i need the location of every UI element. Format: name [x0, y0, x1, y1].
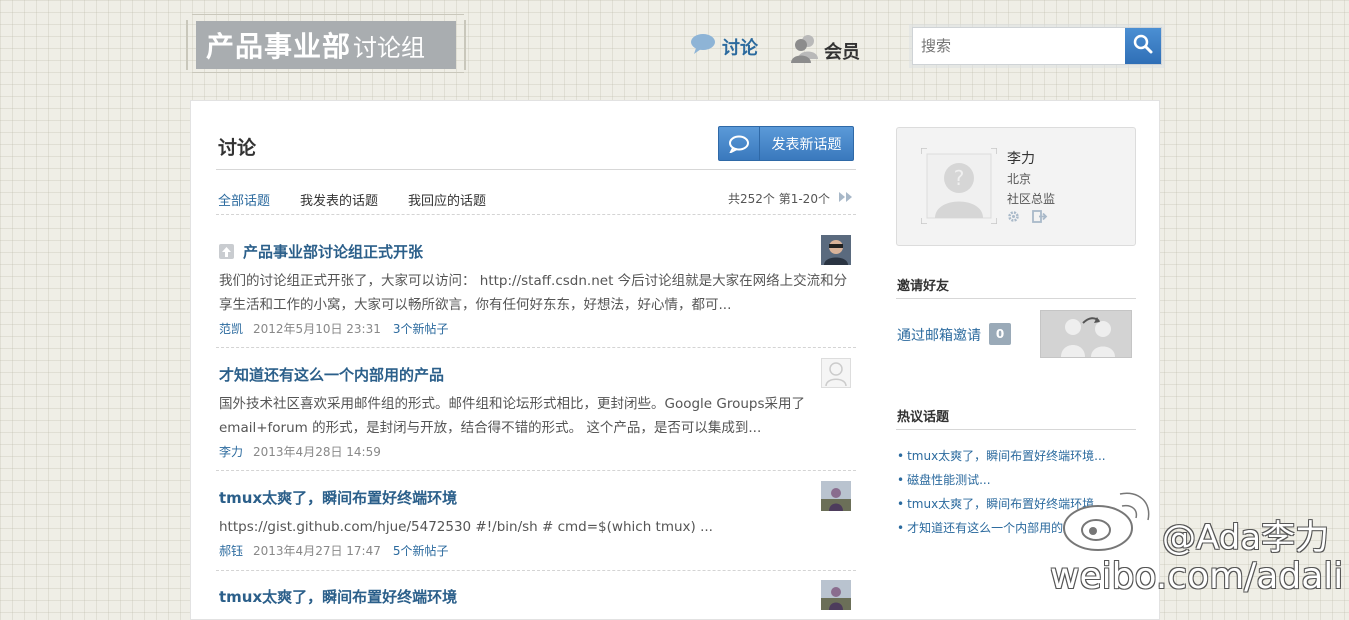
- profile-card: ? 李力 北京 社区总监: [896, 127, 1136, 246]
- new-topic-label: 发表新话题: [771, 136, 842, 153]
- tab-my-replies[interactable]: 我回应的话题: [408, 190, 486, 209]
- speech-bubble-icon: [690, 33, 716, 60]
- divider: [896, 298, 1136, 299]
- profile-city: 北京: [1007, 172, 1032, 186]
- avatar[interactable]: [821, 481, 851, 511]
- topic-meta: 郝钰 2013年4月27日 17:47 5个新帖子: [219, 542, 859, 559]
- pinned-icon: [219, 244, 234, 259]
- topic-author[interactable]: 郝钰: [219, 544, 243, 558]
- search-box: [912, 27, 1162, 65]
- invite-by-email-link[interactable]: 通过邮箱邀请: [897, 325, 981, 345]
- search-input[interactable]: [913, 28, 1125, 64]
- watermark-handle: @Ada李力: [1162, 518, 1330, 558]
- topic-tabs: 全部话题 我发表的话题 我回应的话题: [218, 190, 516, 209]
- logo-main-text: 产品事业部: [206, 30, 352, 63]
- divider: [896, 429, 1136, 430]
- logout-icon[interactable]: [1032, 210, 1048, 223]
- topic-title-link[interactable]: 产品事业部讨论组正式开张: [243, 241, 423, 262]
- site-logo[interactable]: 产品事业部 讨论组: [196, 21, 456, 69]
- divider: [216, 169, 856, 170]
- topic-title-link[interactable]: 才知道还有这么一个内部用的产品: [219, 364, 444, 385]
- invite-count-badge: 0: [989, 323, 1011, 345]
- avatar[interactable]: [821, 235, 851, 265]
- topic-date: 2013年4月27日 17:47: [253, 544, 381, 558]
- speech-bubble-icon: [719, 127, 760, 160]
- topic-date: 2013年4月28日 14:59: [253, 445, 381, 459]
- avatar[interactable]: [821, 358, 851, 388]
- svg-text:?: ?: [954, 166, 965, 190]
- page-title: 讨论: [218, 137, 257, 159]
- topic-meta: 李力 2013年4月28日 14:59: [219, 443, 859, 460]
- weibo-watermark: @Ada李力 weibo.com/adali: [1050, 470, 1349, 606]
- main-card: 讨论 发表新话题 全部话题 我发表的话题 我回应的话题 共252个 第1-20个…: [190, 100, 1160, 620]
- topic-new-posts[interactable]: 5个新帖子: [393, 544, 449, 558]
- nav-members[interactable]: 会员: [790, 33, 860, 68]
- divider: [216, 214, 856, 215]
- gear-icon[interactable]: [1007, 210, 1020, 223]
- divider: [216, 470, 856, 471]
- pager: 共252个 第1-20个: [728, 190, 854, 207]
- pager-text: 共252个 第1-20个: [728, 192, 830, 206]
- nav-members-label: 会员: [824, 41, 860, 63]
- hot-topics-heading: 热议话题: [897, 410, 950, 425]
- members-icon: [790, 33, 818, 68]
- tab-my-topics[interactable]: 我发表的话题: [300, 190, 378, 209]
- topic-item: tmux太爽了，瞬间布置好终端环境: [219, 586, 859, 607]
- topic-item: tmux太爽了，瞬间布置好终端环境 https://gist.github.co…: [219, 487, 859, 559]
- topic-excerpt: https://gist.github.com/hjue/5472530 #!/…: [219, 519, 713, 535]
- topic-meta: 范凯 2012年5月10日 23:31 3个新帖子: [219, 320, 859, 337]
- hot-topic-item[interactable]: tmux太爽了，瞬间布置好终端环境...: [897, 444, 1106, 468]
- watermark-site: weibo.com/adali: [1050, 556, 1344, 597]
- nav-discuss-label: 讨论: [722, 37, 758, 59]
- divider: [216, 570, 856, 571]
- nav-discuss[interactable]: 讨论: [690, 33, 758, 60]
- topic-new-posts[interactable]: 3个新帖子: [393, 322, 449, 336]
- topic-item: 产品事业部讨论组正式开张 我们的讨论组正式开张了，大家可以访问： http://…: [219, 241, 859, 337]
- topic-excerpt: 国外技术社区喜欢采用邮件组的形式。邮件组和论坛形式相比，更封闭些。Google …: [219, 396, 806, 436]
- topic-excerpt: 我们的讨论组正式开张了，大家可以访问： http://staff.csdn.ne…: [219, 273, 848, 313]
- profile-avatar[interactable]: ?: [920, 147, 998, 225]
- profile-name[interactable]: 李力: [1007, 148, 1035, 168]
- search-button[interactable]: [1125, 28, 1161, 64]
- invite-heading: 邀请好友: [897, 279, 950, 294]
- topic-title-link[interactable]: tmux太爽了，瞬间布置好终端环境: [219, 586, 457, 607]
- search-icon: [1133, 34, 1153, 58]
- new-topic-button[interactable]: 发表新话题: [718, 126, 854, 161]
- topic-date: 2012年5月10日 23:31: [253, 322, 381, 336]
- divider: [216, 347, 856, 348]
- weibo-logo-icon: [1058, 476, 1158, 560]
- topic-item: 才知道还有这么一个内部用的产品 国外技术社区喜欢采用邮件组的形式。邮件组和论坛形…: [219, 364, 859, 460]
- invite-illustration: [1040, 310, 1132, 358]
- logo-sub-text: 讨论组: [353, 33, 426, 62]
- profile-role: 社区总监: [1007, 192, 1056, 206]
- next-page-icon[interactable]: [838, 191, 854, 206]
- topic-author[interactable]: 李力: [219, 445, 243, 459]
- tab-all-topics[interactable]: 全部话题: [218, 190, 270, 209]
- topic-author[interactable]: 范凯: [219, 322, 243, 336]
- topic-title-link[interactable]: tmux太爽了，瞬间布置好终端环境: [219, 487, 457, 508]
